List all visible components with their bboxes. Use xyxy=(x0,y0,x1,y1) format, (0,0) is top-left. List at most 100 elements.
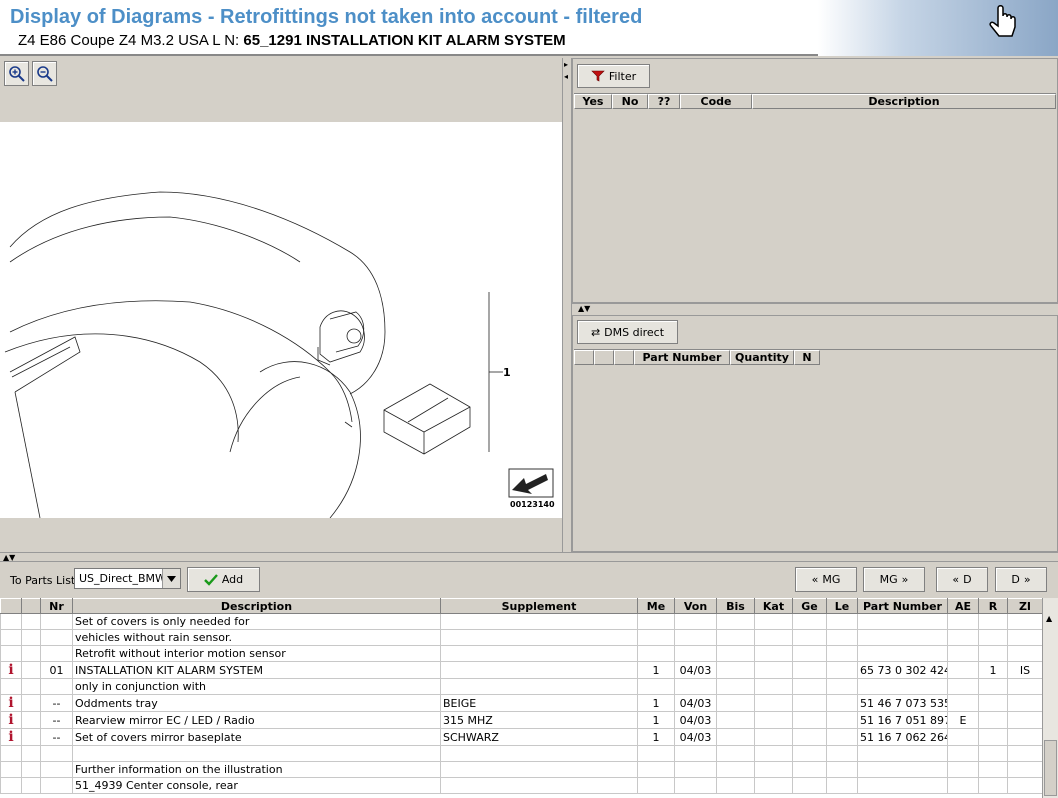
col-quantity[interactable]: Quantity xyxy=(730,350,794,365)
filter-button[interactable]: Filter xyxy=(577,64,650,88)
col-bis[interactable]: Bis xyxy=(716,598,755,614)
kat-cell xyxy=(754,711,793,729)
funnel-icon xyxy=(591,70,605,82)
vertical-splitter[interactable]: ▸ ◂ xyxy=(562,58,572,552)
von-cell: 04/03 xyxy=(674,728,717,746)
scroll-thumb[interactable] xyxy=(1044,740,1057,796)
col-kat[interactable]: Kat xyxy=(754,598,793,614)
col-blank-1[interactable] xyxy=(574,350,594,365)
description-cell: INSTALLATION KIT ALARM SYSTEM xyxy=(72,661,441,679)
col-le[interactable]: Le xyxy=(826,598,858,614)
bis-cell xyxy=(716,645,755,662)
col-blank-3[interactable] xyxy=(614,350,634,365)
col-nr[interactable]: Nr xyxy=(40,598,73,614)
prev-main-group-button[interactable]: «MG xyxy=(795,567,857,592)
info-icon[interactable]: i xyxy=(0,728,22,746)
info-icon[interactable]: i xyxy=(0,661,22,679)
double-left-icon: « xyxy=(952,573,960,586)
description-cell: Retrofit without interior motion sensor xyxy=(72,645,441,662)
scroll-up-icon[interactable]: ▲ xyxy=(1046,614,1052,623)
flag-cell xyxy=(21,761,41,778)
col-flag[interactable] xyxy=(21,598,41,614)
next-main-group-button[interactable]: MG» xyxy=(863,567,925,592)
col-supplement[interactable]: Supplement xyxy=(440,598,638,614)
table-row[interactable]: Retrofit without interior motion sensor xyxy=(0,645,1042,662)
info-marker xyxy=(0,629,22,646)
supplement-cell xyxy=(440,645,638,662)
zoom-out-button[interactable] xyxy=(32,61,57,86)
r-cell xyxy=(978,613,1008,630)
table-row[interactable]: 51_4939 Center console, rear xyxy=(0,777,1042,794)
prev-diagram-button[interactable]: «D xyxy=(936,567,988,592)
info-icon[interactable]: i xyxy=(0,711,22,729)
col-me[interactable]: Me xyxy=(637,598,675,614)
horizontal-splitter[interactable]: ▲▼ xyxy=(0,552,1058,562)
zoom-in-button[interactable] xyxy=(4,61,29,86)
col-ge[interactable]: Ge xyxy=(792,598,827,614)
table-row[interactable]: only in conjunction with xyxy=(0,678,1042,695)
col-r[interactable]: R xyxy=(978,598,1008,614)
table-row[interactable]: i -- Oddments tray BEIGE 1 04/03 51 46 7 073 5… xyxy=(0,694,1042,712)
le-cell xyxy=(826,711,858,729)
col-von[interactable]: Von xyxy=(674,598,717,614)
r-cell xyxy=(978,678,1008,695)
right-splitter[interactable]: ▲▼ xyxy=(572,303,1058,315)
zi-cell xyxy=(1007,777,1042,794)
collapse-arrow-icon[interactable]: ▸ xyxy=(564,60,568,69)
col-yes[interactable]: Yes xyxy=(574,94,612,109)
double-left-icon: « xyxy=(811,573,819,586)
col-info[interactable] xyxy=(0,598,22,614)
expand-arrow-icon[interactable]: ◂ xyxy=(564,72,568,81)
callout-number[interactable]: 1 xyxy=(503,366,511,379)
table-row[interactable]: vehicles without rain sensor. xyxy=(0,629,1042,646)
col-zi[interactable]: ZI xyxy=(1007,598,1042,614)
von-cell: 04/03 xyxy=(674,711,717,729)
bis-cell xyxy=(716,761,755,778)
add-button-label: Add xyxy=(221,573,244,586)
table-row[interactable]: Further information on the illustration xyxy=(0,761,1042,778)
dms-grid-header: Part Number Quantity N xyxy=(574,350,820,365)
diagram-footer xyxy=(0,518,562,552)
col-n[interactable]: N xyxy=(794,350,820,365)
next-diagram-button[interactable]: D» xyxy=(995,567,1047,592)
col-code[interactable]: Code xyxy=(680,94,752,109)
col-no[interactable]: No xyxy=(612,94,648,109)
parts-table-scrollbar[interactable]: ▲ xyxy=(1042,598,1058,798)
von-cell xyxy=(674,678,717,695)
splitter-arrows-icon[interactable]: ▲▼ xyxy=(3,553,15,562)
filter-grid-header: Yes No ?? Code Description xyxy=(574,94,1056,109)
dms-direct-button[interactable]: ⇄ DMS direct xyxy=(577,320,678,344)
add-button[interactable]: Add xyxy=(187,567,260,592)
description-cell: Rearview mirror EC / LED / Radio xyxy=(72,711,441,729)
col-part-number[interactable]: Part Number xyxy=(634,350,730,365)
col-ae[interactable]: AE xyxy=(947,598,979,614)
table-row[interactable]: i 01 INSTALLATION KIT ALARM SYSTEM 1 04/03 65… xyxy=(0,661,1042,679)
col-description[interactable]: Description xyxy=(72,598,441,614)
table-row[interactable]: Set of covers is only needed for xyxy=(0,613,1042,630)
table-row[interactable] xyxy=(0,745,1042,762)
zi-cell: IS xyxy=(1007,661,1042,679)
parts-list-select[interactable]: US_Direct_BMW xyxy=(74,568,181,589)
kat-cell xyxy=(754,661,793,679)
ae-cell xyxy=(947,661,979,679)
info-icon[interactable]: i xyxy=(0,694,22,712)
col-description[interactable]: Description xyxy=(752,94,1056,109)
filter-grid: Yes No ?? Code Description xyxy=(574,93,1056,301)
chevron-down-icon[interactable] xyxy=(162,569,180,588)
col-unknown[interactable]: ?? xyxy=(648,94,680,109)
nr-cell: -- xyxy=(40,694,73,712)
part-number-cell xyxy=(857,678,948,695)
splitter-arrows-icon[interactable]: ▲▼ xyxy=(578,304,590,313)
table-row[interactable]: i -- Set of covers mirror baseplate SCHWARZ… xyxy=(0,728,1042,746)
table-row[interactable]: i -- Rearview mirror EC / LED / Radio 315 M… xyxy=(0,711,1042,729)
col-blank-2[interactable] xyxy=(594,350,614,365)
parts-diagram[interactable]: 1 00123140 xyxy=(0,122,562,518)
ge-cell xyxy=(792,629,827,646)
description-cell: Set of covers is only needed for xyxy=(72,613,441,630)
part-number-cell: 51 16 7 062 264 xyxy=(857,728,948,746)
le-cell xyxy=(826,678,858,695)
col-part-number[interactable]: Part Number xyxy=(857,598,948,614)
header-decoration xyxy=(818,0,1058,56)
me-cell xyxy=(637,777,675,794)
ae-cell xyxy=(947,777,979,794)
